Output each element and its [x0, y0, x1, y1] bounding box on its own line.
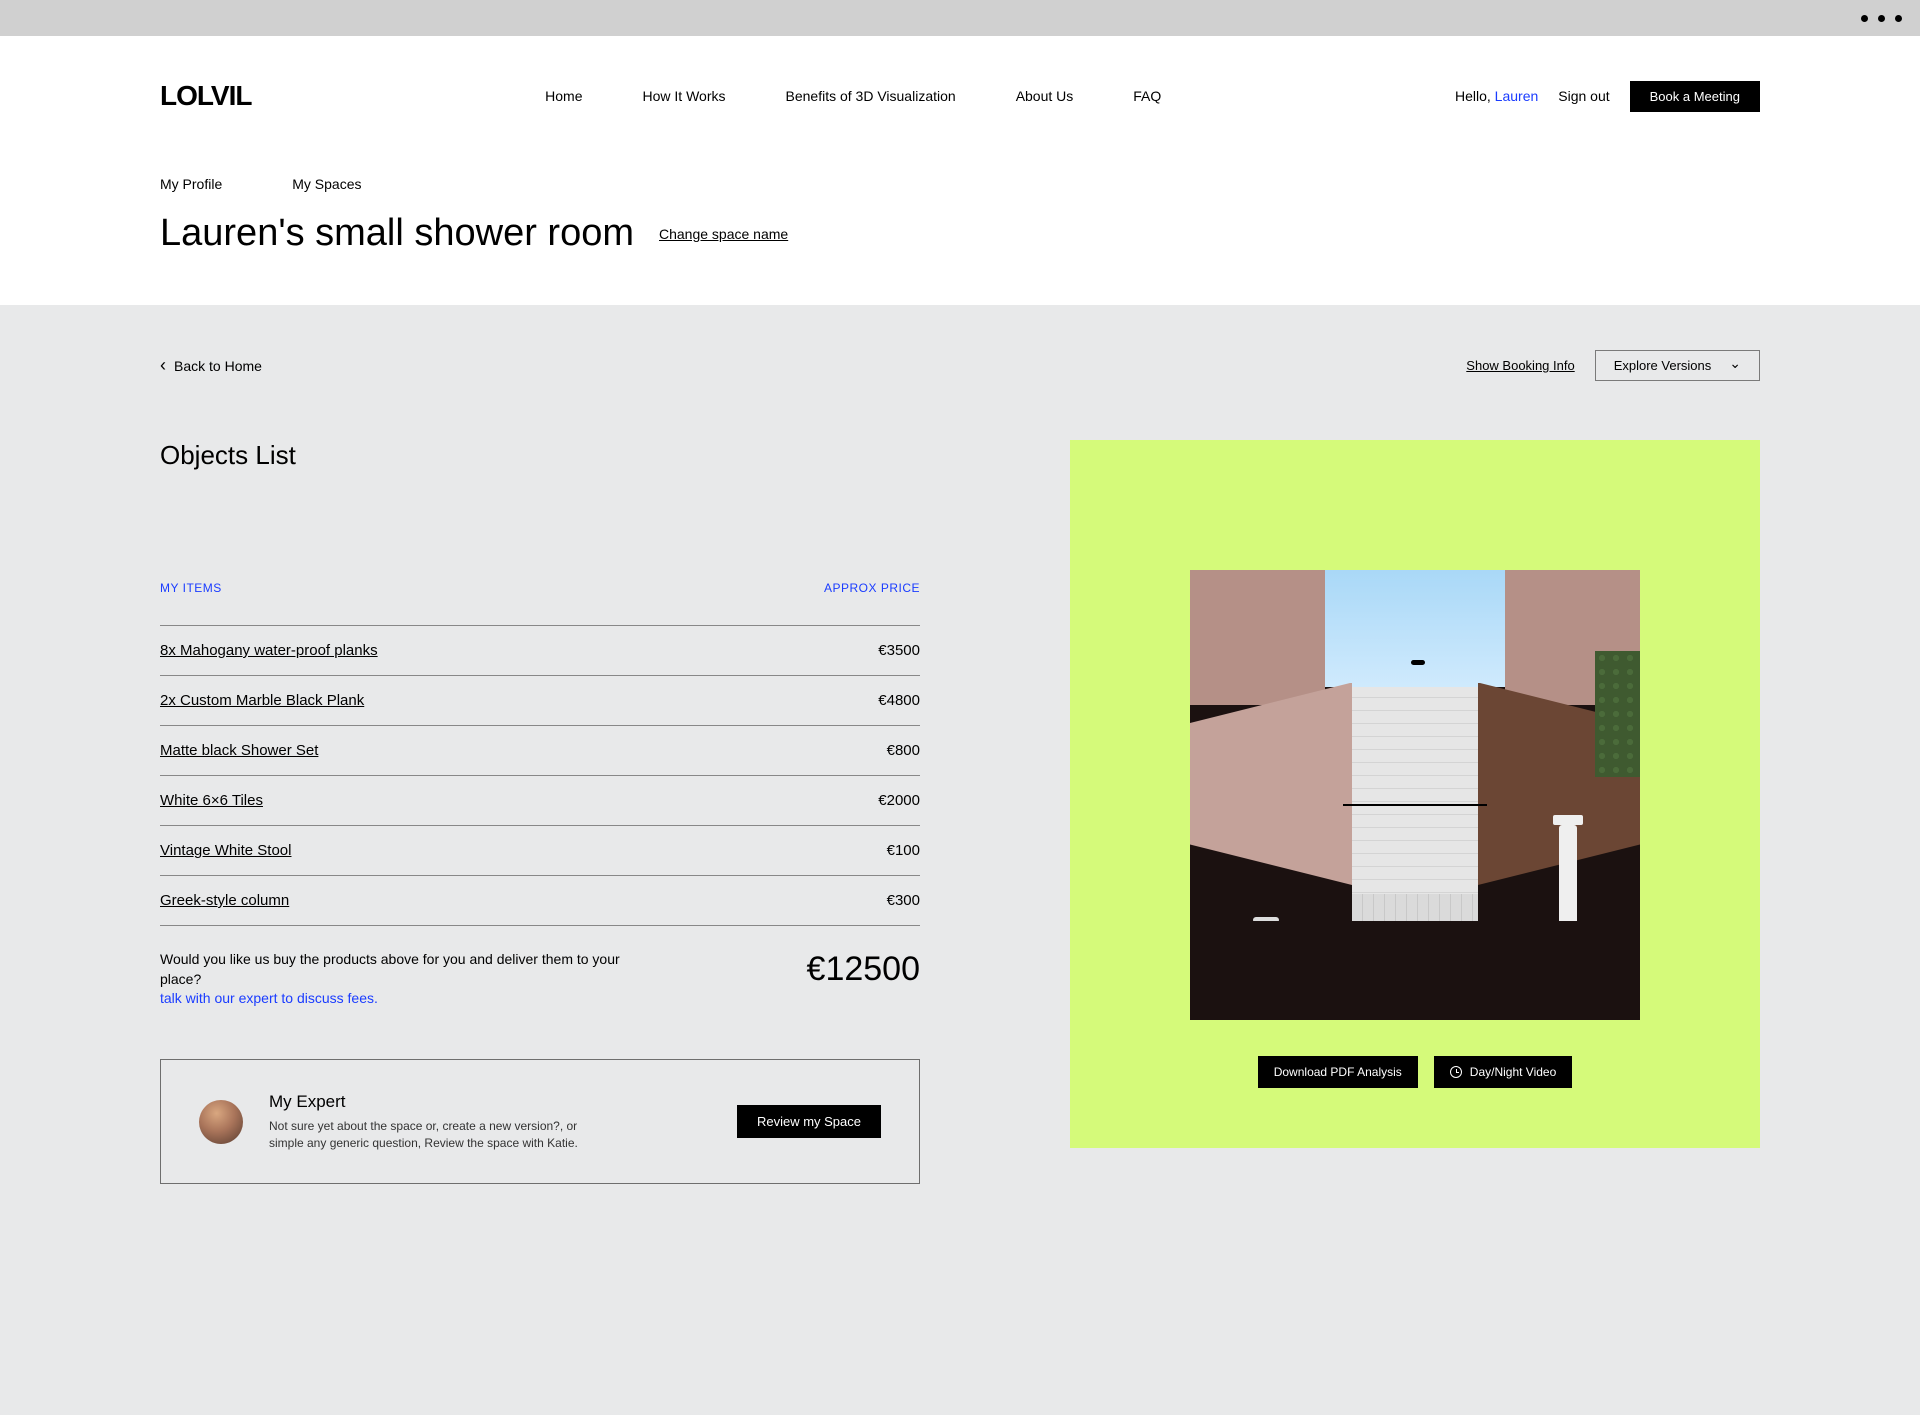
window-dot: [1895, 15, 1902, 22]
item-row: White 6×6 Tiles €2000: [160, 775, 920, 825]
item-price: €300: [887, 892, 920, 909]
explore-versions-label: Explore Versions: [1614, 358, 1712, 373]
back-label: Back to Home: [174, 358, 262, 374]
item-name[interactable]: Vintage White Stool: [160, 842, 291, 859]
item-row: 8x Mahogany water-proof planks €3500: [160, 625, 920, 675]
show-booking-info-link[interactable]: Show Booking Info: [1466, 358, 1574, 373]
window-dot: [1878, 15, 1885, 22]
total-text: Would you like us buy the products above…: [160, 950, 620, 1009]
logo[interactable]: LOLVIL: [160, 80, 251, 112]
clock-icon: [1450, 1066, 1462, 1078]
total-row: Would you like us buy the products above…: [160, 950, 920, 1009]
nav-home[interactable]: Home: [545, 88, 582, 104]
talk-with-expert-link[interactable]: talk with our expert to discuss fees.: [160, 990, 378, 1006]
item-price: €2000: [878, 792, 920, 809]
item-row: Vintage White Stool €100: [160, 825, 920, 875]
header-my-items: MY ITEMS: [160, 581, 222, 595]
header-approx-price: APPROX PRICE: [824, 581, 920, 595]
avatar: [199, 1100, 243, 1144]
explore-versions-button[interactable]: Explore Versions: [1595, 350, 1760, 381]
item-price: €100: [887, 842, 920, 859]
greeting: Hello, Lauren: [1455, 88, 1538, 104]
render-preview[interactable]: [1190, 570, 1640, 1020]
subnav-my-spaces[interactable]: My Spaces: [292, 176, 361, 192]
expert-title: My Expert: [269, 1092, 589, 1112]
item-row: Matte black Shower Set €800: [160, 725, 920, 775]
nav-benefits[interactable]: Benefits of 3D Visualization: [786, 88, 956, 104]
nav-about-us[interactable]: About Us: [1016, 88, 1074, 104]
username[interactable]: Lauren: [1495, 88, 1539, 104]
content: Back to Home Show Booking Info Explore V…: [0, 305, 1920, 1224]
nav-faq[interactable]: FAQ: [1133, 88, 1161, 104]
day-night-label: Day/Night Video: [1470, 1065, 1557, 1079]
expert-info: My Expert Not sure yet about the space o…: [269, 1092, 589, 1152]
download-pdf-button[interactable]: Download PDF Analysis: [1258, 1056, 1418, 1088]
page-title: Lauren's small shower room: [160, 212, 634, 255]
item-name[interactable]: 8x Mahogany water-proof planks: [160, 642, 378, 659]
total-amount: €12500: [807, 950, 920, 989]
item-row: 2x Custom Marble Black Plank €4800: [160, 675, 920, 725]
left-column: Objects List MY ITEMS APPROX PRICE 8x Ma…: [160, 440, 920, 1184]
chevron-down-icon: [1729, 357, 1741, 374]
objects-list-heading: Objects List: [160, 440, 920, 471]
main-nav: Home How It Works Benefits of 3D Visuali…: [545, 88, 1161, 104]
item-name[interactable]: 2x Custom Marble Black Plank: [160, 692, 364, 709]
hello-text: Hello,: [1455, 88, 1495, 104]
account-area: Hello, Lauren Sign out Book a Meeting: [1455, 81, 1760, 112]
item-name[interactable]: Greek-style column: [160, 892, 289, 909]
item-price: €4800: [878, 692, 920, 709]
title-row: Lauren's small shower room Change space …: [0, 192, 1920, 305]
download-pdf-label: Download PDF Analysis: [1274, 1065, 1402, 1079]
item-row: Greek-style column €300: [160, 875, 920, 926]
deliver-question: Would you like us buy the products above…: [160, 951, 620, 987]
window-dot: [1861, 15, 1868, 22]
topbar: LOLVIL Home How It Works Benefits of 3D …: [0, 36, 1920, 156]
render-action-buttons: Download PDF Analysis Day/Night Video: [1258, 1056, 1573, 1088]
list-headers: MY ITEMS APPROX PRICE: [160, 581, 920, 595]
back-actions: Show Booking Info Explore Versions: [1466, 350, 1760, 381]
item-name[interactable]: White 6×6 Tiles: [160, 792, 263, 809]
expert-card: My Expert Not sure yet about the space o…: [160, 1059, 920, 1185]
right-column: Download PDF Analysis Day/Night Video: [1070, 440, 1760, 1148]
subnav-my-profile[interactable]: My Profile: [160, 176, 222, 192]
expert-description: Not sure yet about the space or, create …: [269, 1118, 589, 1152]
browser-chrome: [0, 0, 1920, 36]
item-price: €3500: [878, 642, 920, 659]
chevron-left-icon: [160, 355, 166, 376]
sign-out-link[interactable]: Sign out: [1558, 88, 1609, 104]
day-night-video-button[interactable]: Day/Night Video: [1434, 1056, 1573, 1088]
item-name[interactable]: Matte black Shower Set: [160, 742, 318, 759]
expert-left: My Expert Not sure yet about the space o…: [199, 1092, 589, 1152]
nav-how-it-works[interactable]: How It Works: [643, 88, 726, 104]
subnav: My Profile My Spaces: [0, 156, 1920, 192]
change-space-name-link[interactable]: Change space name: [659, 226, 788, 242]
book-meeting-button[interactable]: Book a Meeting: [1630, 81, 1760, 112]
back-to-home-link[interactable]: Back to Home: [160, 355, 262, 376]
back-row: Back to Home Show Booking Info Explore V…: [160, 350, 1760, 381]
items-list: 8x Mahogany water-proof planks €3500 2x …: [160, 625, 920, 926]
review-my-space-button[interactable]: Review my Space: [737, 1105, 881, 1138]
item-price: €800: [887, 742, 920, 759]
